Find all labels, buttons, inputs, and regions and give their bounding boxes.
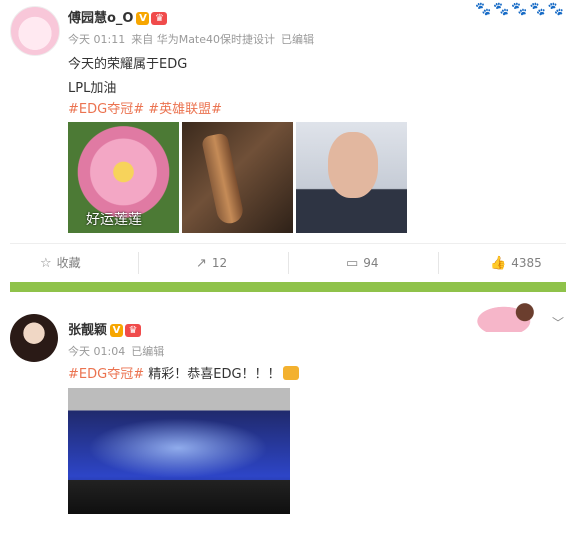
topic-link[interactable]: #英雄联盟# <box>148 102 222 117</box>
card-decoration <box>466 296 550 332</box>
action-separator <box>288 252 289 274</box>
thumbs-up-icon: 👍 <box>490 256 507 271</box>
verified-badge-icon: V <box>136 12 150 25</box>
chevron-down-icon[interactable]: ﹀ <box>552 314 564 331</box>
weibo-post-1: 傅园慧o_O V ♛ 🐾🐾🐾🐾🐾 今天 01:11 来自 华为Mate40保时捷设计已… <box>0 0 576 282</box>
face-shape <box>328 132 378 198</box>
image-caption: 好运莲莲 <box>86 212 142 228</box>
spoon-shape <box>200 132 246 226</box>
weibo-post-2: 张靓颖 V ♛ ﹀ 今天 01:04 已编辑 #EDG夺冠# 精彩！恭喜EDG！！！ <box>0 292 576 535</box>
username-text[interactable]: 张靓颖 <box>68 323 107 338</box>
member-crown-icon: ♛ <box>151 12 168 25</box>
post-meta: 今天 01:04 已编辑 <box>68 343 170 359</box>
favorite-label: 收藏 <box>56 256 81 270</box>
topic-link[interactable]: #EDG夺冠# <box>68 367 144 382</box>
member-crown-icon: ♛ <box>125 324 142 337</box>
post-time[interactable]: 今天 01:11 <box>68 33 125 46</box>
username[interactable]: 傅园慧o_O V ♛ <box>68 7 168 26</box>
star-icon: ☆ <box>40 256 52 271</box>
repost-icon: ↗ <box>196 256 207 271</box>
divider <box>10 243 566 244</box>
like-button[interactable]: 👍 4385 <box>490 250 542 276</box>
post-time[interactable]: 今天 01:04 <box>68 345 125 358</box>
avatar[interactable] <box>10 314 58 362</box>
edited-label: 已编辑 <box>131 345 165 358</box>
post-topics: #EDG夺冠# #英雄联盟# <box>68 98 222 117</box>
comment-count: 94 <box>363 256 379 270</box>
comment-icon: ▭ <box>346 256 359 271</box>
post-meta: 今天 01:11 来自 华为Mate40保时捷设计 已编辑 <box>68 31 320 47</box>
post-text-body: 精彩！恭喜EDG！！！ <box>144 367 281 382</box>
edited-label: 已编辑 <box>281 33 315 46</box>
post-text-line-1: 今天的荣耀属于EDG <box>68 57 188 72</box>
image-thumbnail-lotus[interactable]: 好运莲莲 <box>68 122 179 233</box>
action-separator <box>438 252 439 274</box>
topic-link[interactable]: #EDG夺冠# <box>68 102 144 117</box>
post-divider <box>10 282 566 292</box>
crowd-silhouette <box>68 480 290 514</box>
post-text-line-2: LPL加油 <box>68 81 117 96</box>
action-separator <box>138 252 139 274</box>
cheers-emoji-icon <box>282 366 299 380</box>
username[interactable]: 张靓颖 V ♛ <box>68 319 142 338</box>
image-thumbnail-spoon[interactable] <box>182 122 293 233</box>
paw-icons: 🐾🐾🐾🐾🐾 <box>475 2 566 17</box>
avatar[interactable] <box>10 6 60 56</box>
post-text: #EDG夺冠# 精彩！恭喜EDG！！！ <box>68 363 299 382</box>
username-text[interactable]: 傅园慧o_O <box>68 11 133 26</box>
like-count: 4385 <box>511 256 542 270</box>
verified-badge-icon: V <box>110 324 124 337</box>
image-thumbnail-man[interactable] <box>296 122 407 233</box>
repost-button[interactable]: ↗ 12 <box>196 250 227 276</box>
video-thumbnail[interactable] <box>68 388 290 514</box>
comment-button[interactable]: ▭ 94 <box>346 250 379 276</box>
favorite-button[interactable]: ☆ 收藏 <box>40 250 81 276</box>
repost-count: 12 <box>211 256 228 270</box>
screen-glow <box>88 418 268 478</box>
post-source[interactable]: 来自 华为Mate40保时捷设计 <box>131 33 275 46</box>
